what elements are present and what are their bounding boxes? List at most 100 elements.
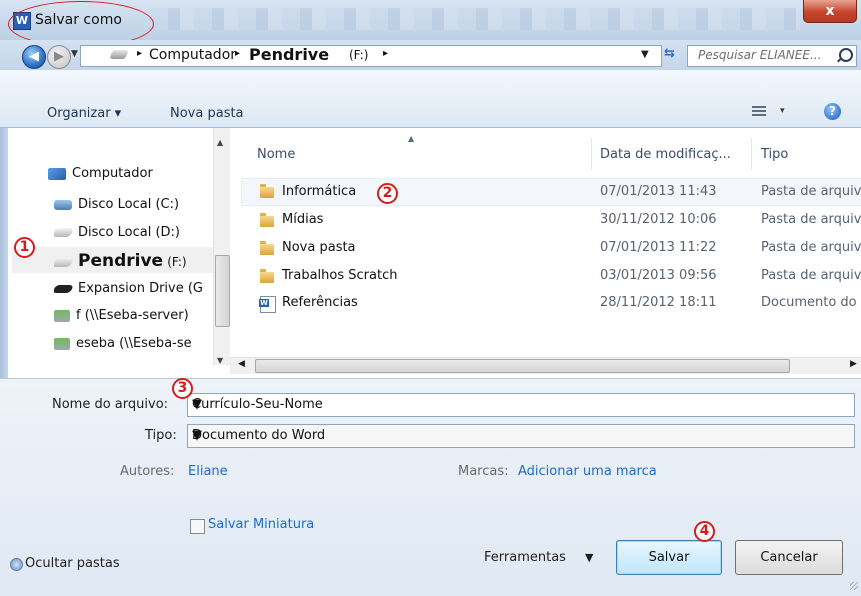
file-date: 03/01/2013 09:56	[600, 268, 717, 283]
annotation-marker-1: 1	[14, 237, 35, 258]
nav-item-label: Expansion Drive (G	[78, 281, 204, 296]
save-thumbnail-label[interactable]: Salvar Miniatura	[208, 517, 314, 532]
nav-item-label: Computador	[72, 166, 153, 181]
file-type: Pasta de arquiv	[761, 268, 861, 283]
close-button[interactable]: x	[803, 0, 857, 23]
new-folder-button[interactable]: Nova pasta	[170, 106, 244, 121]
nav-item-label: Disco Local (D:)	[78, 225, 180, 240]
file-name: Nova pasta	[282, 240, 356, 255]
breadcrumb-separator[interactable]: ▸	[137, 48, 142, 59]
annotation-marker-4: 4	[694, 521, 715, 542]
history-dropdown-icon[interactable]: ▼	[71, 49, 78, 59]
nav-item-disco-d[interactable]: Disco Local (D:)	[54, 225, 180, 240]
file-date: 28/11/2012 18:11	[600, 295, 717, 310]
folder-icon	[260, 241, 274, 255]
nav-item-pendrive[interactable]: Pendrive (F:)	[54, 251, 187, 271]
filename-label: Nome do arquivo:	[52, 397, 169, 412]
nav-item-label: f (\\Eseba-server)	[76, 308, 189, 323]
refresh-icon[interactable]: ⇆	[664, 46, 675, 61]
address-row: ◀ ▶ ▼ ▸ Computador ▸ Pendrive (F:) ▸ ▼ ⇆…	[0, 40, 861, 70]
nav-item-network-f[interactable]: f (\\Eseba-server)	[54, 308, 222, 323]
nav-item-label: eseba (\\Eseba-se	[76, 336, 192, 351]
cancel-button[interactable]: Cancelar	[735, 540, 843, 575]
chevron-down-icon[interactable]: ▼	[585, 551, 593, 564]
nav-item-label: Disco Local (C:)	[78, 197, 180, 212]
hide-folders-link[interactable]: Ocultar pastas	[25, 556, 120, 571]
chevron-down-icon[interactable]: ▼	[192, 397, 848, 412]
search-placeholder: Pesquisar ELIANEE...	[698, 48, 822, 62]
nav-item-network-eseba[interactable]: eseba (\\Eseba-se	[54, 336, 222, 351]
drive-icon	[54, 228, 75, 237]
column-header-date[interactable]: Data de modificaç...	[600, 147, 731, 162]
scroll-right-icon[interactable]: ▶	[850, 359, 857, 369]
scroll-down-icon[interactable]: ▼	[217, 356, 223, 365]
breadcrumb-separator[interactable]: ▸	[383, 48, 388, 59]
file-date: 07/01/2013 11:43	[600, 184, 717, 199]
file-name: Trabalhos Scratch	[282, 268, 398, 283]
nav-item-label: Pendrive	[78, 251, 164, 271]
authors-label: Autores:	[120, 464, 175, 479]
breadcrumb-separator[interactable]: ▸	[235, 48, 240, 59]
file-name: Referências	[282, 295, 358, 310]
organize-menu[interactable]: Organizar ▾	[47, 106, 121, 121]
nav-item-sublabel: (F:)	[167, 255, 187, 269]
scroll-thumb[interactable]	[215, 255, 230, 327]
tags-label: Marcas:	[458, 464, 509, 479]
scroll-up-icon[interactable]: ▲	[217, 138, 223, 147]
address-dropdown-icon[interactable]: ▼	[641, 49, 649, 60]
system-drive-icon	[54, 199, 72, 210]
word-document-icon: W	[259, 296, 276, 313]
folder-icon	[260, 213, 274, 227]
save-thumbnail-checkbox[interactable]	[190, 519, 205, 534]
save-button[interactable]: Salvar	[616, 540, 722, 575]
scroll-left-icon[interactable]: ◀	[238, 359, 245, 369]
breadcrumb-computador[interactable]: Computador	[149, 47, 236, 63]
column-header-type[interactable]: Tipo	[761, 147, 788, 162]
address-bar[interactable]: ▸ Computador ▸ Pendrive (F:) ▸ ▼	[80, 45, 662, 67]
back-arrow-icon[interactable]: ◀	[22, 45, 46, 69]
nav-item-computador[interactable]: Computador	[48, 166, 153, 181]
file-list: Nome ▲ Data de modificaç... Tipo Informá…	[230, 128, 861, 378]
file-list-horizontal-scrollbar[interactable]: ◀ ▶	[230, 357, 861, 374]
folder-icon	[260, 269, 274, 283]
type-select[interactable]: Documento do Word ▼	[187, 424, 855, 448]
background-ribbon	[150, 8, 800, 30]
tags-value[interactable]: Adicionar uma marca	[518, 464, 657, 479]
drive-icon	[109, 50, 129, 59]
breadcrumb-drive-letter: (F:)	[349, 48, 369, 62]
external-drive-icon	[54, 284, 74, 293]
authors-value[interactable]: Eliane	[188, 464, 228, 479]
filename-field[interactable]: Currículo-Seu-Nome ▼	[187, 393, 855, 417]
nav-item-disco-c[interactable]: Disco Local (C:)	[54, 197, 179, 212]
file-type: Pasta de arquiv	[761, 240, 861, 255]
search-icon[interactable]	[839, 48, 853, 62]
nav-item-expansion-drive[interactable]: Expansion Drive (G	[54, 281, 222, 296]
network-drive-icon	[54, 337, 70, 350]
type-label: Tipo:	[145, 428, 177, 443]
collapse-icon[interactable]	[10, 558, 23, 571]
column-separator[interactable]	[751, 138, 752, 170]
network-drive-icon	[54, 309, 70, 322]
resize-grip-icon[interactable]	[850, 582, 858, 590]
search-input[interactable]: Pesquisar ELIANEE...	[687, 45, 857, 67]
file-date: 07/01/2013 11:22	[600, 240, 717, 255]
file-type: Pasta de arquiv	[761, 184, 861, 199]
computer-icon	[48, 167, 66, 180]
file-name: Informática	[282, 184, 357, 199]
usb-drive-icon	[54, 258, 75, 267]
folder-icon	[260, 184, 274, 198]
scroll-thumb[interactable]	[255, 359, 790, 373]
file-name: Mídias	[282, 212, 324, 227]
breadcrumb-pendrive[interactable]: Pendrive	[249, 45, 329, 64]
column-separator[interactable]	[591, 138, 592, 170]
view-options-icon[interactable]	[752, 106, 766, 118]
navigation-pane: Computador Disco Local (C:) Disco Local …	[12, 128, 228, 366]
chevron-down-icon[interactable]: ▼	[192, 428, 848, 443]
view-dropdown-icon[interactable]: ▾	[780, 106, 785, 116]
help-icon[interactable]: ?	[824, 103, 841, 120]
command-toolbar: Organizar ▾ Nova pasta ▾ ?	[0, 70, 861, 128]
forward-arrow-icon[interactable]: ▶	[47, 45, 71, 69]
nav-vertical-scrollbar[interactable]: ▲ ▼	[213, 128, 230, 365]
tools-menu[interactable]: Ferramentas	[484, 550, 566, 565]
column-header-name[interactable]: Nome	[257, 147, 295, 162]
